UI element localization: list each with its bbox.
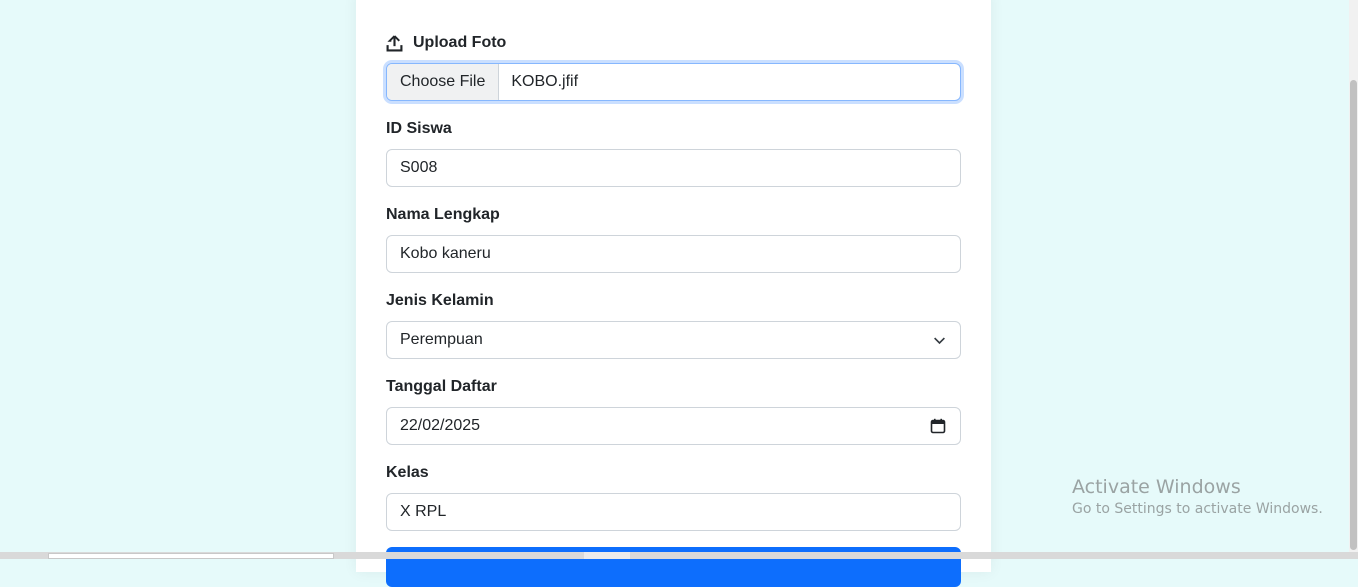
jenis-kelamin-label: Jenis Kelamin bbox=[386, 292, 494, 309]
file-name: KOBO.jfif bbox=[511, 73, 579, 90]
kelas-value: X RPL bbox=[400, 503, 447, 520]
kelas-group: Kelas bbox=[386, 462, 961, 484]
id-siswa-label: ID Siswa bbox=[386, 120, 452, 137]
nama-input[interactable]: Kobo kaneru bbox=[386, 235, 961, 273]
taskbar bbox=[0, 552, 1358, 559]
upload-icon bbox=[386, 34, 403, 52]
nama-group: Nama Lengkap bbox=[386, 204, 961, 226]
upload-label: Upload Foto bbox=[386, 32, 961, 54]
chevron-down-icon bbox=[933, 334, 946, 352]
taskbar-segment[interactable] bbox=[584, 552, 630, 559]
id-siswa-input[interactable]: S008 bbox=[386, 149, 961, 187]
tanggal-value: 22/02/2025 bbox=[400, 417, 481, 434]
activate-windows-watermark: Activate Windows Go to Settings to activ… bbox=[1072, 476, 1323, 520]
upload-label-text: Upload Foto bbox=[413, 34, 507, 51]
calendar-icon[interactable] bbox=[930, 418, 946, 439]
jenis-kelamin-select[interactable]: Perempuan bbox=[386, 321, 961, 359]
upload-group: Upload Foto bbox=[386, 32, 961, 54]
tanggal-label: Tanggal Daftar bbox=[386, 378, 497, 395]
nama-value: Kobo kaneru bbox=[400, 245, 491, 262]
jenis-kelamin-value: Perempuan bbox=[400, 331, 483, 348]
kelas-label: Kelas bbox=[386, 464, 429, 481]
id-siswa-group: ID Siswa bbox=[386, 118, 961, 140]
file-input[interactable]: Choose File KOBO.jfif bbox=[386, 63, 961, 101]
id-siswa-value: S008 bbox=[400, 159, 438, 176]
activate-title: Activate Windows bbox=[1072, 476, 1241, 498]
nama-label: Nama Lengkap bbox=[386, 206, 500, 223]
form-card: Upload Foto Choose File KOBO.jfif ID Sis… bbox=[356, 0, 991, 587]
activate-subtitle: Go to Settings to activate Windows. bbox=[1072, 501, 1323, 517]
kelas-input[interactable]: X RPL bbox=[386, 493, 961, 531]
tanggal-input[interactable]: 22/02/2025 bbox=[386, 407, 961, 445]
page-scrollbar[interactable] bbox=[1349, 0, 1358, 559]
scrollbar-thumb[interactable] bbox=[1350, 80, 1357, 550]
jenis-kelamin-group: Jenis Kelamin bbox=[386, 290, 961, 312]
choose-file-button[interactable]: Choose File bbox=[387, 64, 500, 100]
tanggal-group: Tanggal Daftar bbox=[386, 376, 961, 398]
taskbar-window[interactable] bbox=[48, 553, 334, 559]
